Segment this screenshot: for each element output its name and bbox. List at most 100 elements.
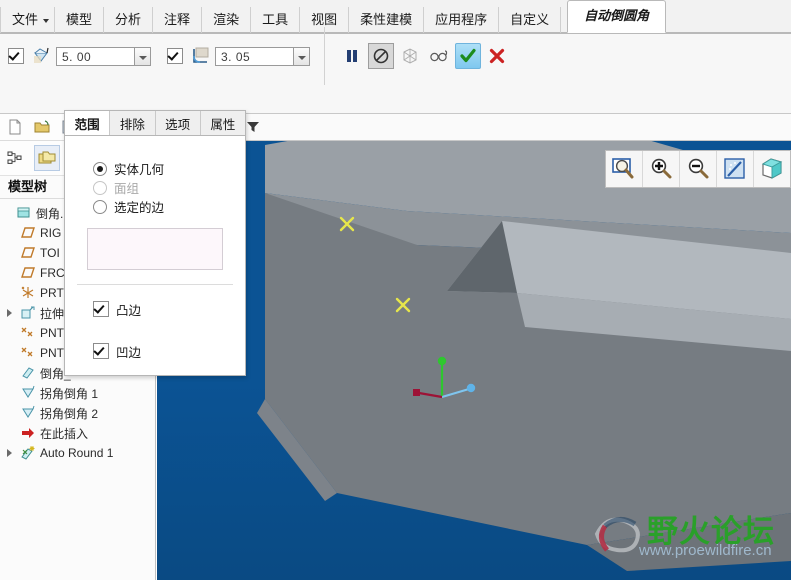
ribbon-tab-label: 分析 <box>115 12 142 27</box>
edge-radius-dropdown[interactable] <box>293 46 310 66</box>
forum-watermark: 野火论坛 www.proewildfire.cn <box>591 504 787 566</box>
panel-tab-label: 属性 <box>210 117 236 132</box>
tree-item-corner-chamfer-2[interactable]: 拐角倒角 2 <box>0 403 155 423</box>
panel-tab-bar: 范围 排除 选项 属性 <box>64 110 246 136</box>
panel-scope-body: 实体几何 面组 选定的边 凸边 凹边 <box>65 137 245 375</box>
insert-here-icon <box>20 425 36 441</box>
ribbon-tab-annotate[interactable]: 注释 <box>153 7 203 33</box>
zoom-out-icon[interactable] <box>680 151 717 187</box>
tree-item-label: PRT <box>40 286 64 300</box>
display-style-icon[interactable] <box>754 151 790 187</box>
edge-round-icon <box>190 45 212 67</box>
edge-radius-checkbox[interactable] <box>167 48 183 64</box>
panel-tab-label: 范围 <box>74 117 100 132</box>
dashboard-actions <box>331 40 521 72</box>
mesh-preview-button[interactable] <box>397 43 423 69</box>
corner-radius-group: 5. 00 <box>0 40 159 72</box>
selection-listbox[interactable] <box>87 228 223 270</box>
ribbon-tab-label: 注释 <box>164 12 191 27</box>
corner-radius-dropdown[interactable] <box>134 46 151 66</box>
radio-button[interactable] <box>93 161 107 176</box>
ribbon-tab-label: 自动倒圆角 <box>584 8 650 23</box>
radio-solid-geometry[interactable]: 实体几何 <box>65 159 245 178</box>
ribbon-tab-customize[interactable]: 自定义 <box>499 7 562 33</box>
tree-item-auto-round[interactable]: Auto Round 1 <box>0 443 155 463</box>
cancel-button[interactable] <box>484 43 510 69</box>
ribbon-tab-render[interactable]: 渲染 <box>202 7 252 33</box>
ribbon-tab-label: 视图 <box>311 12 338 27</box>
ribbon-tab-view[interactable]: 视图 <box>300 7 350 33</box>
open-folder-icon[interactable] <box>33 118 51 136</box>
glasses-preview-button[interactable] <box>426 43 452 69</box>
edge-radius-input[interactable]: 3. 05 <box>215 46 293 66</box>
corner-radius-input[interactable]: 5. 00 <box>56 46 134 66</box>
tree-item-label: TOI <box>40 246 60 260</box>
ribbon-tab-applications[interactable]: 应用程序 <box>424 7 500 33</box>
viewport-topbar <box>157 114 791 141</box>
ribbon-tab-file[interactable]: 文件 <box>0 7 56 33</box>
convex-edges-checkbox[interactable] <box>93 301 109 317</box>
tree-expander[interactable] <box>4 447 16 459</box>
ribbon-tab-label: 自定义 <box>510 12 550 27</box>
ribbon-tab-analysis[interactable]: 分析 <box>104 7 154 33</box>
tree-expander[interactable] <box>4 307 16 319</box>
ribbon-tab-tools[interactable]: 工具 <box>251 7 301 33</box>
ribbon-tab-bar: 文件 模型 分析 注释 渲染 工具 视图 柔性建模 应用程序 自定义 自动倒圆角 <box>0 0 791 34</box>
panel-tab-properties[interactable]: 属性 <box>200 111 245 135</box>
repaint-icon[interactable] <box>717 151 754 187</box>
ribbon-tab-flexible-modeling[interactable]: 柔性建模 <box>349 7 425 33</box>
auto-round-panel: 实体几何 面组 选定的边 凸边 凹边 <box>64 110 246 376</box>
zoom-fit-icon[interactable] <box>606 151 643 187</box>
radio-button[interactable] <box>93 199 107 214</box>
panel-tab-label: 排除 <box>119 117 145 132</box>
point-icon <box>20 325 36 341</box>
panel-divider <box>77 284 233 285</box>
ribbon-tab-model[interactable]: 模型 <box>55 7 105 33</box>
convex-edges-row[interactable]: 凸边 <box>65 299 245 319</box>
tree-item-label: PNT <box>40 326 64 340</box>
tree-item-insert-here[interactable]: 在此插入 <box>0 423 155 443</box>
radio-label: 面组 <box>114 182 140 196</box>
folder-settings-icon[interactable] <box>34 145 60 171</box>
viewport-toolbar <box>605 150 791 188</box>
tree-item-label: 拐角倒角 2 <box>40 406 99 421</box>
ribbon-tab-auto-round[interactable]: 自动倒圆角 <box>567 0 667 33</box>
corner-radius-checkbox[interactable] <box>8 48 24 64</box>
coordinate-system-icon <box>20 285 36 301</box>
panel-tab-exclude[interactable]: 排除 <box>110 111 156 135</box>
panel-tab-options[interactable]: 选项 <box>155 111 201 135</box>
ribbon-tab-label: 工具 <box>262 12 289 27</box>
tree-item-label: 拐角倒角 1 <box>40 386 99 401</box>
feature-dashboard: 5. 00 3. 05 <box>0 27 791 114</box>
application-window: 文件 模型 分析 注释 渲染 工具 视图 柔性建模 应用程序 自定义 自动倒圆角 <box>0 0 791 580</box>
concave-edges-row[interactable]: 凹边 <box>65 341 245 361</box>
radio-label: 实体几何 <box>114 163 165 177</box>
ribbon-tab-label: 柔性建模 <box>360 12 413 27</box>
panel-tab-scope[interactable]: 范围 <box>65 111 111 135</box>
tree-item-label: RIG <box>40 226 62 240</box>
corner-chamfer-icon <box>20 385 36 401</box>
tree-structure-icon[interactable] <box>6 149 24 167</box>
ribbon-tab-label: 应用程序 <box>435 12 488 27</box>
datum-plane-icon <box>20 225 36 241</box>
zoom-in-icon[interactable] <box>643 151 680 187</box>
convex-edges-label: 凸边 <box>116 303 142 318</box>
ribbon-tab-label: 文件 <box>12 12 39 27</box>
concave-edges-checkbox[interactable] <box>93 343 109 359</box>
accept-button[interactable] <box>455 43 481 69</box>
datum-plane-icon <box>20 265 36 281</box>
graphics-viewport[interactable]: 野火论坛 www.proewildfire.cn <box>157 114 791 580</box>
tree-item-label: Auto Round 1 <box>40 446 114 460</box>
no-preview-button[interactable] <box>368 43 394 69</box>
part-icon <box>16 205 32 221</box>
tree-item-corner-chamfer-1[interactable]: 拐角倒角 1 <box>0 383 155 403</box>
edge-radius-group: 3. 05 <box>159 40 318 72</box>
radio-quilt: 面组 <box>65 178 245 197</box>
pause-button[interactable] <box>339 43 365 69</box>
radio-selected-edges[interactable]: 选定的边 <box>65 197 245 216</box>
watermark-url: www.proewildfire.cn <box>639 542 772 559</box>
ribbon-tab-label: 模型 <box>66 12 93 27</box>
chamfer-icon <box>20 365 36 381</box>
new-file-icon[interactable] <box>6 118 24 136</box>
filter-dropdown-icon[interactable] <box>245 120 261 134</box>
